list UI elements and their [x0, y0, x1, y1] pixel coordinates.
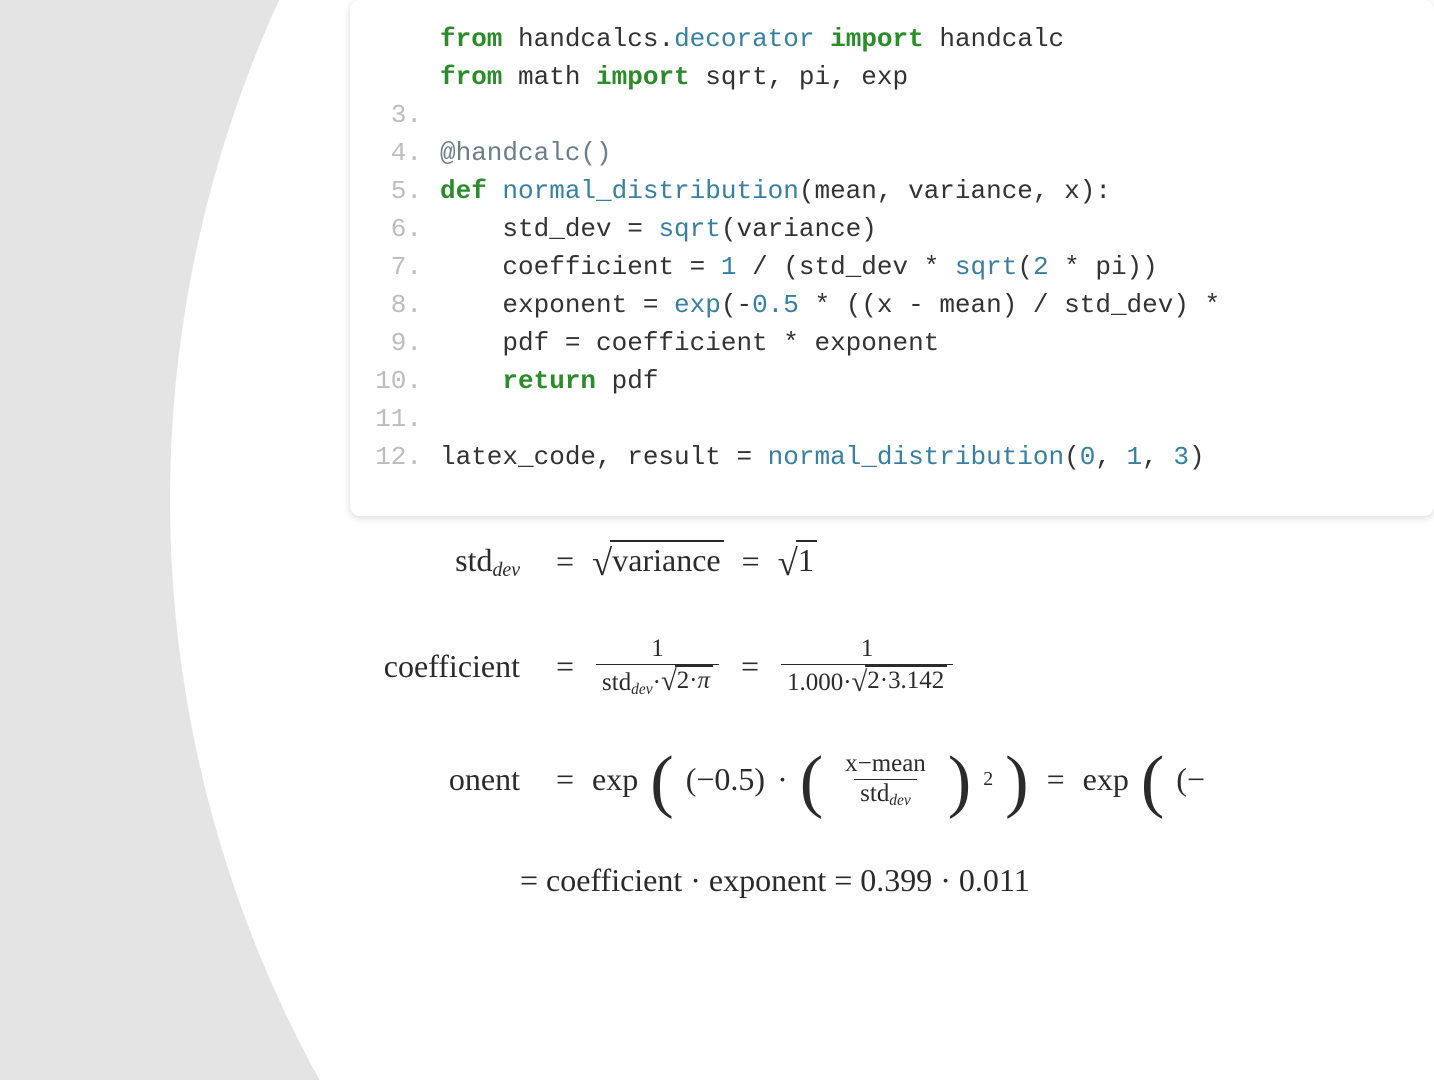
line-number: 5. [350, 172, 440, 210]
math-row-std-dev: stddev = √variance = √1 [300, 540, 1434, 583]
frac-num-b: 1 [855, 635, 879, 664]
code-content: from handcalcs.decorator import handcalc [440, 20, 1434, 58]
line-number: 9. [350, 324, 440, 362]
code-content: latex_code, result = normal_distribution… [440, 438, 1434, 476]
code-content: from math import sqrt, pi, exp [440, 58, 1434, 96]
math-row-coefficient: coefficient = 1 stddev·√2·π = 1 1.000·√2… [300, 635, 1434, 698]
frac-den-b: 1.000·√2·3.142 [781, 664, 953, 698]
code-line: 5.def normal_distribution(mean, variance… [350, 172, 1434, 210]
line-number: 12. [350, 438, 440, 476]
exp-frac-den: stddev [854, 779, 917, 810]
exp-frac-num: x−mean [839, 750, 932, 779]
line-number: 3. [350, 96, 440, 134]
var-std-sub: dev [492, 558, 520, 580]
frac-num-a: 1 [645, 635, 669, 664]
code-content: @handcalc() [440, 134, 1434, 172]
code-content: def normal_distribution(mean, variance, … [440, 172, 1434, 210]
math-output-region: stddev = √variance = √1 coefficient = 1 … [300, 540, 1434, 951]
square-power: 2 [983, 768, 993, 791]
code-line: 7. coefficient = 1 / (std_dev * sqrt(2 *… [350, 248, 1434, 286]
code-content: pdf = coefficient * exponent [440, 324, 1434, 362]
math-rhs-coefficient: = 1 stddev·√2·π = 1 1.000·√2·3.142 [550, 635, 1434, 698]
code-line: 3. [350, 96, 1434, 134]
math-lhs-exponent: onent [300, 761, 550, 798]
code-content: coefficient = 1 / (std_dev * sqrt(2 * pi… [440, 248, 1434, 286]
math-lhs-std-dev: stddev [300, 542, 550, 582]
math-rhs-pdf: = coefficient · exponent = 0.399 · 0.011 [520, 862, 1434, 899]
code-line: 9. pdf = coefficient * exponent [350, 324, 1434, 362]
code-editor-region: from handcalcs.decorator import handcalc… [350, 0, 1434, 516]
neg-half: (−0.5) [686, 761, 765, 798]
code-content: std_dev = sqrt(variance) [440, 210, 1434, 248]
line-number: 8. [350, 286, 440, 324]
sqrt-variance: variance [610, 540, 723, 583]
exp-fn-2: exp [1083, 761, 1129, 798]
code-content: return pdf [440, 362, 1434, 400]
code-line: 8. exponent = exp(-0.5 * ((x - mean) / s… [350, 286, 1434, 324]
exp-tail: (− [1176, 761, 1205, 798]
math-row-exponent: onent = exp ( (−0.5) · ( x−mean stddev )… [300, 750, 1434, 809]
code-line: 4.@handcalc() [350, 134, 1434, 172]
var-std-base: std [455, 542, 492, 578]
content-viewport: from handcalcs.decorator import handcalc… [0, 0, 1434, 1080]
exp-fn-1: exp [592, 761, 638, 798]
code-line: 12.latex_code, result = normal_distribut… [350, 438, 1434, 476]
math-lhs-coefficient: coefficient [300, 648, 550, 685]
math-rhs-exponent: = exp ( (−0.5) · ( x−mean stddev )2 ) = … [550, 750, 1434, 809]
math-row-pdf: = coefficient · exponent = 0.399 · 0.011 [520, 862, 1434, 899]
code-line: from handcalcs.decorator import handcalc [350, 20, 1434, 58]
line-number: 11. [350, 400, 440, 438]
code-line: 6. std_dev = sqrt(variance) [350, 210, 1434, 248]
line-number: 4. [350, 134, 440, 172]
line-number: 10. [350, 362, 440, 400]
code-line: from math import sqrt, pi, exp [350, 58, 1434, 96]
code-line: 11. [350, 400, 1434, 438]
line-number: 7. [350, 248, 440, 286]
sqrt-one: 1 [796, 540, 817, 583]
frac-den-a: stddev·√2·π [596, 664, 719, 699]
code-line: 10. return pdf [350, 362, 1434, 400]
math-rhs-std-dev: = √variance = √1 [550, 540, 1434, 583]
code-content: exponent = exp(-0.5 * ((x - mean) / std_… [440, 286, 1434, 324]
line-number: 6. [350, 210, 440, 248]
